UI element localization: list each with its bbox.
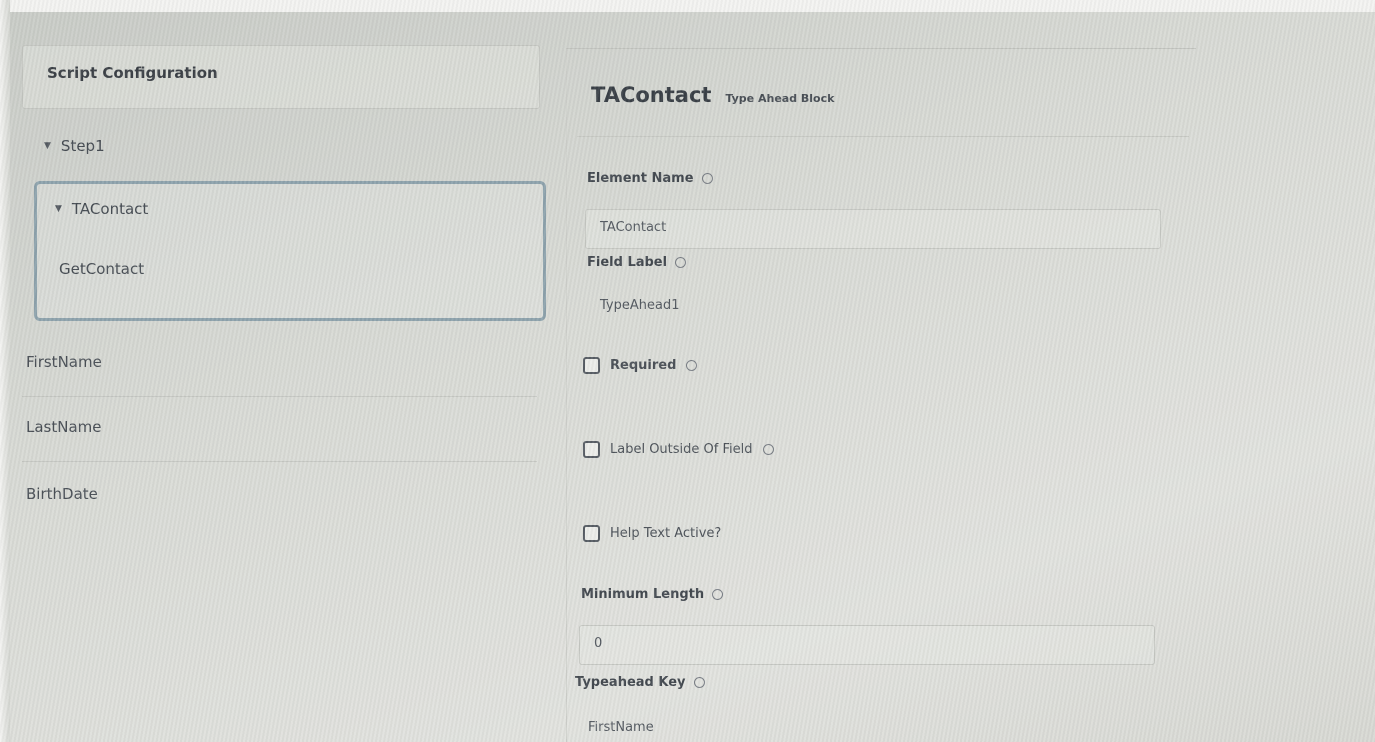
element-name-label: Element Name bbox=[587, 171, 713, 186]
field-label-input[interactable]: TypeAhead1 bbox=[585, 287, 1161, 327]
properties-title: TAContact bbox=[591, 83, 712, 107]
divider bbox=[577, 136, 1189, 137]
screen-bezel-left bbox=[0, 0, 10, 742]
screen-bezel-top bbox=[0, 0, 1375, 12]
step-label: Step1 bbox=[60, 137, 105, 155]
properties-panel: TAContact Type Ahead Block Element Name … bbox=[566, 48, 1196, 742]
properties-title-row: TAContact Type Ahead Block bbox=[591, 83, 834, 107]
tree-item-firstname[interactable]: FirstName bbox=[22, 335, 537, 397]
field-label-label: Field Label bbox=[587, 255, 687, 270]
panel-header: Script Configuration bbox=[22, 45, 540, 109]
group-child-label: GetContact bbox=[59, 260, 145, 278]
help-text-label: Help Text Active? bbox=[610, 526, 722, 541]
label-outside-checkbox-row[interactable]: Label Outside Of Field bbox=[583, 441, 774, 458]
properties-subtitle: Type Ahead Block bbox=[725, 92, 835, 105]
info-icon[interactable] bbox=[762, 444, 774, 455]
tree-item-getcontact[interactable]: GetContact bbox=[59, 260, 144, 278]
typeahead-key-text: Typeahead Key bbox=[575, 675, 686, 690]
field-label-value: TypeAhead1 bbox=[600, 298, 680, 313]
panel-title: Script Configuration bbox=[47, 64, 218, 82]
info-icon[interactable] bbox=[712, 589, 724, 600]
typeahead-key-label: Typeahead Key bbox=[575, 675, 705, 690]
info-icon[interactable] bbox=[675, 257, 687, 268]
checkbox-icon[interactable] bbox=[583, 441, 600, 458]
minimum-length-text: Minimum Length bbox=[581, 587, 705, 602]
tree-item-lastname[interactable]: LastName bbox=[22, 400, 537, 462]
script-tree-panel: Script Configuration ▼ Step1 ▼ TAContact… bbox=[22, 45, 546, 735]
minimum-length-input[interactable]: 0 bbox=[579, 625, 1155, 665]
typeahead-key-input[interactable]: FirstName bbox=[573, 709, 1149, 742]
element-name-value: TAContact bbox=[600, 220, 667, 235]
help-text-checkbox-row[interactable]: Help Text Active? bbox=[583, 525, 721, 542]
required-checkbox-row[interactable]: Required bbox=[583, 357, 698, 374]
typeahead-key-value: FirstName bbox=[588, 720, 654, 735]
tree-item-tacontact[interactable]: ▼ TAContact bbox=[55, 200, 148, 218]
checkbox-icon[interactable] bbox=[583, 357, 600, 374]
tree-item-birthdate[interactable]: BirthDate bbox=[22, 467, 537, 529]
selected-group-tacontact[interactable]: ▼ TAContact GetContact bbox=[34, 181, 546, 321]
info-icon[interactable] bbox=[701, 173, 713, 184]
label-outside-label: Label Outside Of Field bbox=[610, 442, 753, 457]
field-label: FirstName bbox=[26, 353, 102, 371]
element-name-text: Element Name bbox=[587, 171, 694, 186]
caret-down-icon[interactable]: ▼ bbox=[55, 204, 62, 214]
checkbox-icon[interactable] bbox=[583, 525, 600, 542]
field-label-text: Field Label bbox=[587, 255, 668, 270]
tree-item-step1[interactable]: ▼ Step1 bbox=[22, 119, 542, 163]
minimum-length-label: Minimum Length bbox=[581, 587, 724, 602]
minimum-length-value: 0 bbox=[594, 636, 603, 651]
caret-down-icon[interactable]: ▼ bbox=[44, 141, 51, 151]
info-icon[interactable] bbox=[693, 677, 705, 688]
element-name-input[interactable]: TAContact bbox=[585, 209, 1161, 249]
group-title-label: TAContact bbox=[71, 200, 149, 218]
field-label: BirthDate bbox=[26, 485, 98, 503]
field-label: LastName bbox=[26, 418, 102, 436]
info-icon[interactable] bbox=[686, 360, 698, 371]
required-label: Required bbox=[610, 358, 677, 373]
